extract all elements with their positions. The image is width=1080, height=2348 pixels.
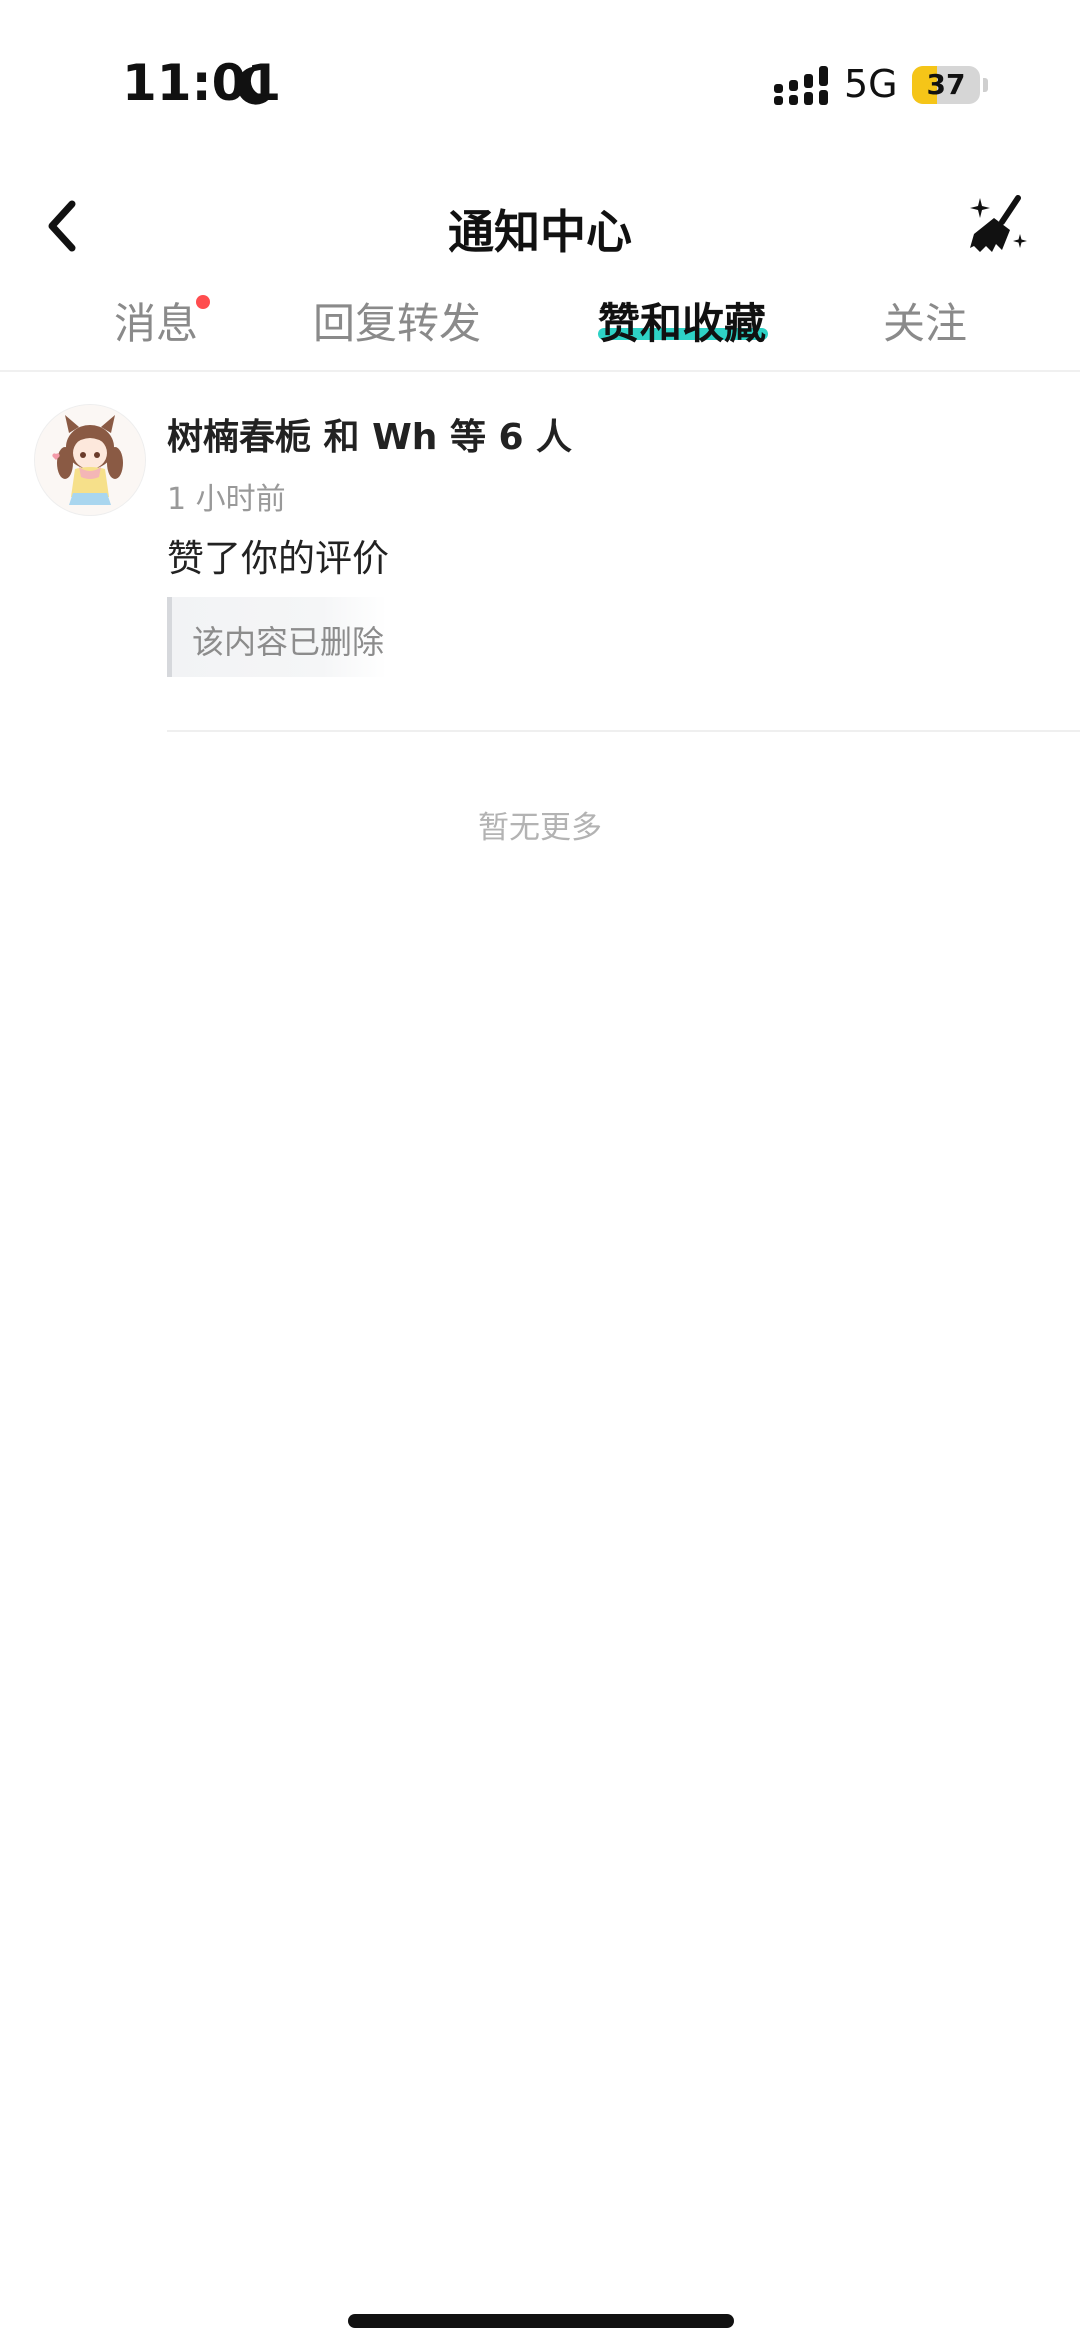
battery-level: 37 bbox=[926, 68, 966, 101]
battery-cap bbox=[983, 78, 988, 92]
status-bar: 11:01 5G 37 bbox=[0, 0, 1080, 170]
signal-icon bbox=[774, 66, 828, 105]
tab-label: 回复转发 bbox=[313, 299, 482, 348]
quoted-content[interactable]: 该内容已删除 bbox=[167, 597, 387, 677]
broom-sparkle-icon[interactable] bbox=[966, 194, 1030, 258]
tab-likes-favorites[interactable]: 赞和收藏 bbox=[598, 290, 768, 351]
tab-bar: 消息 回复转发 赞和收藏 关注 bbox=[0, 290, 1080, 370]
quoted-content-text: 该内容已删除 bbox=[192, 623, 385, 661]
end-of-list-text: 暂无更多 bbox=[478, 810, 602, 846]
anime-girl-avatar-image bbox=[35, 405, 145, 515]
tabs-divider bbox=[0, 370, 1080, 372]
moon-icon bbox=[236, 66, 273, 105]
item-divider bbox=[167, 730, 1080, 732]
unread-badge bbox=[196, 295, 210, 309]
home-indicator[interactable] bbox=[348, 2314, 734, 2328]
battery-icon: 37 bbox=[912, 66, 980, 104]
page-title: 通知中心 bbox=[448, 205, 632, 259]
tab-label: 关注 bbox=[883, 299, 968, 348]
notification-time: 1 小时前 bbox=[167, 482, 286, 517]
network-type: 5G bbox=[844, 62, 898, 106]
tab-follows[interactable]: 关注 bbox=[883, 290, 967, 351]
tab-label: 赞和收藏 bbox=[598, 299, 767, 348]
notification-title[interactable]: 树楠春栀 和 Wh 等 6 人 bbox=[167, 408, 572, 460]
avatar[interactable] bbox=[34, 404, 146, 516]
tab-messages[interactable]: 消息 bbox=[114, 290, 198, 351]
tab-replies-forwards[interactable]: 回复转发 bbox=[313, 290, 481, 351]
notification-action-text: 赞了你的评价 bbox=[167, 537, 389, 580]
tab-label: 消息 bbox=[114, 299, 199, 348]
